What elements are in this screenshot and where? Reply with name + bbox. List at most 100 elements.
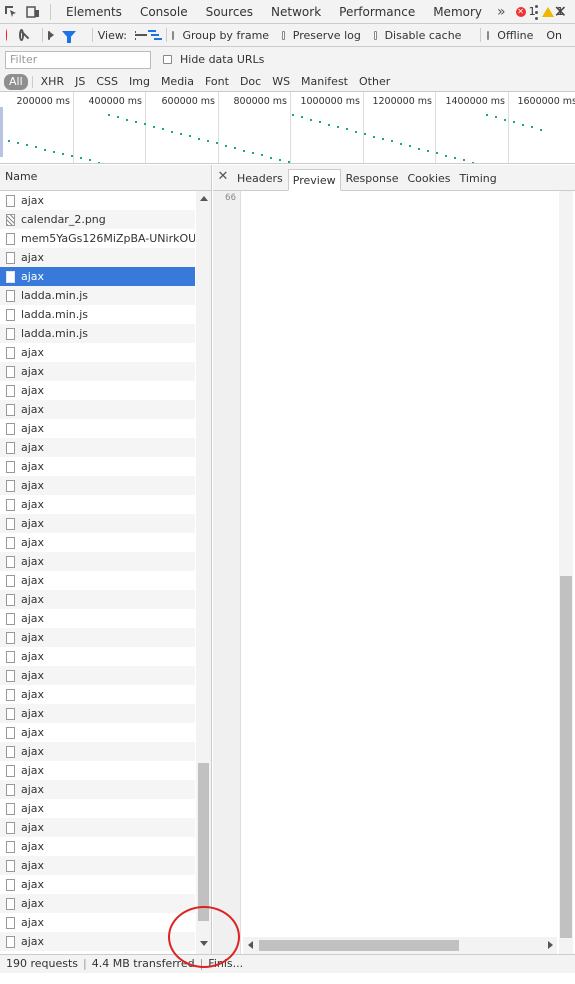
group-by-frame-checkbox[interactable] — [171, 30, 175, 40]
request-row[interactable]: ajax — [0, 837, 195, 856]
tab-memory[interactable]: Memory — [424, 0, 491, 24]
request-row[interactable]: ladda.min.js — [0, 305, 195, 324]
request-row[interactable]: ajax — [0, 438, 195, 457]
hide-data-urls-checkbox[interactable] — [163, 55, 172, 64]
detail-tab-headers[interactable]: Headers — [233, 168, 287, 190]
request-row[interactable]: ajax — [0, 856, 195, 875]
request-row[interactable]: ajax — [0, 552, 195, 571]
request-row[interactable]: ajax — [0, 875, 195, 894]
request-row[interactable]: ajax — [0, 362, 195, 381]
request-row[interactable]: ajax — [0, 818, 195, 837]
request-row[interactable]: ajax — [0, 894, 195, 913]
request-row[interactable]: ajax — [0, 647, 195, 666]
request-row[interactable]: ajax — [0, 381, 195, 400]
request-row[interactable]: ajax — [0, 723, 195, 742]
request-row[interactable]: calendar_2.png — [0, 210, 195, 229]
scroll-left-arrow-icon[interactable] — [248, 941, 253, 949]
request-row[interactable]: ajax — [0, 590, 195, 609]
offline-checkbox[interactable] — [486, 30, 490, 40]
disable-cache-checkbox[interactable] — [373, 30, 377, 40]
request-row[interactable]: ajax — [0, 400, 195, 419]
detail-tab-preview[interactable]: Preview — [287, 169, 341, 191]
request-row[interactable]: ajax — [0, 476, 195, 495]
request-row[interactable]: ajax — [0, 761, 195, 780]
name-column-header[interactable]: Name — [0, 165, 211, 191]
request-row[interactable]: ladda.min.js — [0, 286, 195, 305]
preserve-log-checkbox[interactable] — [282, 30, 285, 40]
document-file-icon — [6, 935, 15, 948]
request-row[interactable]: ajax — [0, 248, 195, 267]
scrollbar-thumb[interactable] — [560, 576, 572, 938]
more-tabs-button[interactable]: » — [491, 4, 512, 20]
tab-elements[interactable]: Elements — [57, 0, 131, 24]
request-row[interactable]: ajax — [0, 457, 195, 476]
tab-console[interactable]: Console — [131, 0, 197, 24]
scroll-up-arrow-icon[interactable] — [200, 196, 208, 201]
online-throttling-select[interactable]: On — [546, 29, 562, 42]
request-row[interactable]: ajax — [0, 533, 195, 552]
tab-network[interactable]: Network — [262, 0, 330, 24]
request-row[interactable]: ajax — [0, 780, 195, 799]
network-overview-timeline[interactable]: 200000 ms 400000 ms 600000 ms 800000 ms 1000… — [0, 92, 575, 164]
device-toolbar-icon[interactable] — [22, 1, 44, 23]
scroll-right-arrow-icon[interactable] — [548, 941, 553, 949]
request-row[interactable]: ajax — [0, 666, 195, 685]
record-button[interactable] — [6, 29, 8, 41]
request-row[interactable]: ajax — [0, 514, 195, 533]
capture-screenshots-icon[interactable] — [48, 30, 57, 40]
request-row[interactable]: ajax — [0, 609, 195, 628]
type-filter-manifest[interactable]: Manifest — [296, 74, 353, 90]
request-row[interactable]: ajax — [0, 704, 195, 723]
close-devtools-button[interactable]: ✕ — [554, 2, 567, 21]
filter-icon[interactable] — [61, 31, 76, 43]
request-row[interactable]: ajax — [0, 685, 195, 704]
detail-tab-response[interactable]: Response — [342, 168, 403, 190]
request-list-scrollbar[interactable] — [196, 191, 211, 954]
type-filter-doc[interactable]: Doc — [235, 74, 266, 90]
request-timing-mark — [8, 140, 10, 142]
clear-icon[interactable] — [19, 29, 25, 41]
large-rows-icon[interactable] — [134, 30, 150, 40]
type-filter-xhr[interactable]: XHR — [36, 74, 69, 90]
request-row[interactable]: ajax — [0, 913, 195, 932]
scrollbar-thumb[interactable] — [198, 763, 209, 921]
request-row[interactable]: ajax — [0, 742, 195, 761]
type-filter-ws[interactable]: WS — [267, 74, 295, 90]
request-row[interactable]: ajax — [0, 419, 195, 438]
request-name: ajax — [21, 707, 45, 720]
tab-performance[interactable]: Performance — [330, 0, 424, 24]
type-filter-font[interactable]: Font — [200, 74, 234, 90]
type-filter-all[interactable]: All — [4, 73, 28, 90]
type-filter-other[interactable]: Other — [354, 74, 395, 90]
tab-sources[interactable]: Sources — [197, 0, 262, 24]
request-row[interactable]: ajax — [0, 495, 195, 514]
request-row[interactable]: ajax — [0, 267, 195, 286]
detail-tab-cookies[interactable]: Cookies — [403, 168, 454, 190]
type-filter-css[interactable]: CSS — [91, 74, 123, 90]
overview-time-label: 600000 ms — [161, 96, 216, 107]
close-detail-icon[interactable]: ✕ — [213, 164, 233, 190]
request-row[interactable]: ajax — [0, 628, 195, 647]
preview-vertical-scrollbar[interactable] — [559, 191, 573, 954]
request-row[interactable]: ladda.min.js — [0, 324, 195, 343]
type-filter-media[interactable]: Media — [156, 74, 199, 90]
request-name: ajax — [21, 935, 45, 948]
preview-horizontal-scrollbar[interactable] — [243, 937, 557, 954]
request-row[interactable]: mem5YaGs126MiZpBA-UNirkOUuhp — [0, 229, 195, 248]
request-row[interactable]: ajax — [0, 571, 195, 590]
type-filter-js[interactable]: JS — [70, 74, 90, 90]
scrollbar-thumb[interactable] — [259, 940, 459, 951]
document-file-icon — [6, 479, 15, 492]
overview-selection-handle[interactable] — [0, 107, 3, 157]
request-row[interactable]: ajax — [0, 191, 195, 210]
request-row[interactable]: ajax — [0, 799, 195, 818]
filter-input[interactable] — [5, 50, 151, 69]
request-row[interactable]: ajax — [0, 343, 195, 362]
detail-tab-timing[interactable]: Timing — [456, 168, 501, 190]
customize-menu-icon[interactable] — [529, 3, 543, 21]
overview-time-label: 1400000 ms — [445, 96, 505, 107]
overview-waterfall-icon[interactable] — [148, 30, 163, 40]
type-filter-img[interactable]: Img — [124, 74, 155, 90]
inspect-element-icon[interactable] — [0, 1, 22, 23]
request-row[interactable]: ajax — [0, 932, 195, 951]
